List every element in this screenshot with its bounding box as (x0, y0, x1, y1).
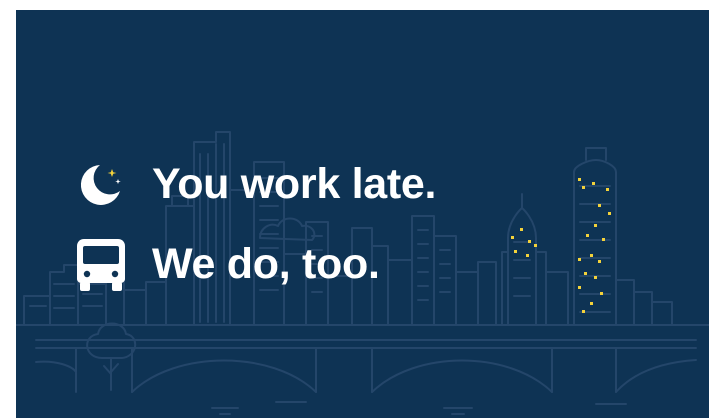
headline-work-late: You work late. (152, 159, 437, 208)
headline-row-we-do-too: We do, too. (76, 232, 380, 296)
headline-row-work-late: You work late. (76, 152, 436, 216)
bus-front-icon (77, 239, 125, 291)
crescent-moon-with-stars-icon (80, 165, 121, 205)
late-night-service-banner: You work late. We do, too. (16, 10, 709, 418)
headline-we-do-too: We do, too. (152, 239, 380, 288)
